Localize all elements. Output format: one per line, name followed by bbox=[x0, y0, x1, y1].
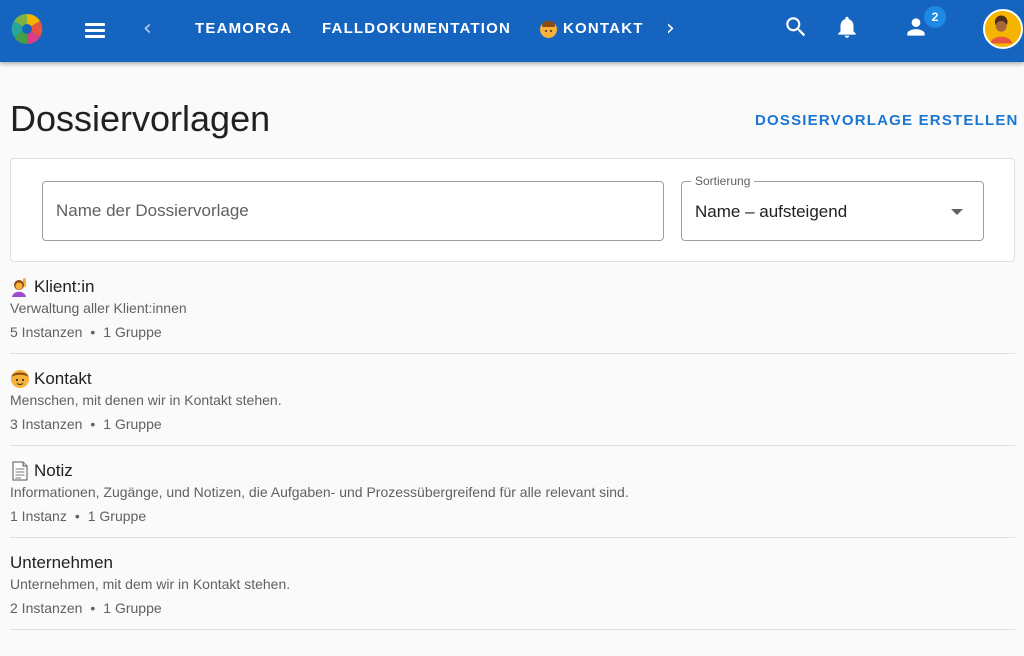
instance-count: 2 Instanzen bbox=[10, 600, 83, 616]
tab-kontakt[interactable]: KONTAKT bbox=[540, 19, 644, 39]
chevron-left-icon[interactable]: ‹ bbox=[143, 15, 152, 43]
group-count: 1 Gruppe bbox=[103, 324, 162, 340]
item-name: Kontakt bbox=[34, 369, 92, 388]
item-name: Unternehmen bbox=[10, 553, 114, 572]
page-title: Dossiervorlagen bbox=[10, 98, 271, 139]
tab-teamorga[interactable]: TEAMORGA bbox=[195, 19, 292, 39]
item-description: Unternehmen, mit dem wir in Kontakt steh… bbox=[10, 576, 291, 592]
item-name: Klient:in bbox=[34, 277, 95, 296]
item-description: Verwaltung aller Klient:innen bbox=[10, 300, 187, 316]
tab-kontakt-label: KONTAKT bbox=[563, 20, 644, 37]
contact-person-emoji bbox=[540, 20, 557, 38]
search-icon[interactable] bbox=[783, 14, 813, 44]
group-count: 1 Gruppe bbox=[87, 508, 147, 524]
filter-card: Sortierung Name – aufsteigend bbox=[10, 158, 1015, 262]
item-title: Klient:in bbox=[10, 276, 94, 298]
list-item[interactable]: Klient:in Verwaltung aller Klient:innen … bbox=[10, 262, 1015, 354]
notification-count-badge: 2 bbox=[924, 6, 946, 28]
item-meta: 1 Instanz • 1 Gruppe bbox=[10, 508, 147, 524]
item-title: Notiz bbox=[10, 460, 73, 482]
person-raising-hand-emoji bbox=[10, 277, 30, 297]
top-app-bar: ‹ TEAMORGA FALLDOKUMENTATION KONTAKT › 2 bbox=[0, 0, 1024, 62]
app-logo[interactable] bbox=[10, 12, 44, 46]
item-meta: 2 Instanzen • 1 Gruppe bbox=[10, 600, 162, 616]
group-count: 1 Gruppe bbox=[103, 416, 162, 432]
dropdown-arrow-icon bbox=[951, 209, 963, 215]
document-emoji bbox=[10, 461, 30, 481]
instance-count: 3 Instanzen bbox=[10, 416, 83, 432]
chevron-right-icon[interactable]: › bbox=[666, 15, 675, 43]
list-item[interactable]: Kontakt Menschen, mit denen wir in Konta… bbox=[10, 354, 1015, 446]
item-title: Unternehmen bbox=[10, 552, 113, 574]
item-description: Informationen, Zugänge, und Notizen, die… bbox=[10, 484, 629, 500]
bell-icon[interactable] bbox=[834, 14, 864, 44]
search-input[interactable] bbox=[43, 182, 663, 240]
instance-count: 1 Instanz bbox=[10, 508, 67, 524]
create-template-button[interactable]: DOSSIERVORLAGE ERSTELLEN bbox=[755, 110, 1019, 132]
sort-select[interactable]: Sortierung Name – aufsteigend bbox=[681, 173, 984, 241]
sort-value: Name – aufsteigend bbox=[695, 202, 848, 221]
item-meta: 3 Instanzen • 1 Gruppe bbox=[10, 416, 162, 432]
template-list: Klient:in Verwaltung aller Klient:innen … bbox=[10, 262, 1015, 630]
group-count: 1 Gruppe bbox=[103, 600, 162, 616]
list-item[interactable]: Unternehmen Unternehmen, mit dem wir in … bbox=[10, 538, 1015, 630]
item-name: Notiz bbox=[34, 461, 73, 480]
sort-label: Sortierung bbox=[691, 173, 755, 189]
tab-falldokumentation[interactable]: FALLDOKUMENTATION bbox=[322, 19, 511, 39]
item-description: Menschen, mit denen wir in Kontakt stehe… bbox=[10, 392, 282, 408]
instance-count: 5 Instanzen bbox=[10, 324, 83, 340]
list-item[interactable]: Notiz Informationen, Zugänge, und Notize… bbox=[10, 446, 1015, 538]
menu-icon[interactable] bbox=[80, 17, 110, 43]
search-field bbox=[42, 181, 664, 241]
item-title: Kontakt bbox=[10, 368, 92, 390]
person-face-emoji bbox=[10, 369, 30, 389]
item-meta: 5 Instanzen • 1 Gruppe bbox=[10, 324, 162, 340]
avatar[interactable] bbox=[983, 9, 1023, 49]
